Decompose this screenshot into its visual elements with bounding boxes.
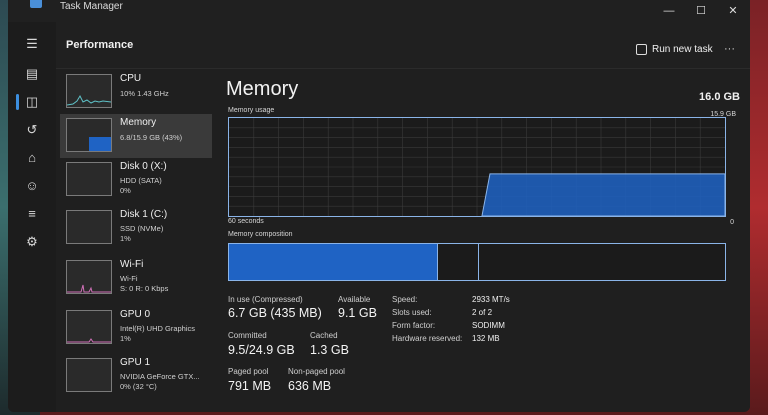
page-header: Performance Run new task ···: [56, 22, 750, 69]
axis-zero-label: 0: [730, 219, 734, 226]
device-detail: 10% 1.43 GHz: [120, 89, 169, 98]
device-disk-1[interactable]: Disk 1 (C:) SSD (NVMe) 1%: [60, 206, 212, 250]
run-new-task-button[interactable]: Run new task: [636, 44, 713, 55]
device-list: CPU 10% 1.43 GHz Memory 6.8/15.9 GB (43%…: [58, 70, 216, 410]
device-name: Disk 0 (X:): [120, 161, 167, 172]
composition-in-use: [229, 244, 438, 280]
device-name: Wi-Fi: [120, 259, 144, 270]
close-button[interactable]: ✕: [722, 3, 744, 19]
available-value: 9.1 GB: [338, 306, 377, 320]
device-name: Memory: [120, 117, 157, 128]
memory-usage-chart: [229, 118, 726, 217]
device-gpu-1[interactable]: GPU 1 NVIDIA GeForce GTX... 0% (32 °C): [60, 354, 212, 398]
memory-composition-bar: [228, 243, 726, 281]
device-wifi[interactable]: Wi-Fi Wi-Fi S: 0 R: 0 Kbps: [60, 256, 212, 300]
active-indicator: [16, 94, 19, 110]
slots-label: Slots used:: [392, 308, 432, 317]
title-bar: Task Manager — ☐ ✕: [8, 0, 750, 22]
device-detail: HDD (SATA): [120, 176, 162, 185]
device-name: GPU 1: [120, 357, 151, 368]
device-usage: 0%: [120, 186, 131, 195]
in-use-value: 6.7 GB (435 MB): [228, 306, 322, 320]
form-factor-label: Form factor:: [392, 321, 436, 330]
memory-thumbnail-graph: [66, 118, 112, 152]
run-task-icon: [636, 44, 647, 55]
memory-total: 16.0 GB: [699, 91, 740, 103]
gpu1-thumbnail-graph: [66, 358, 112, 392]
non-paged-pool-label: Non-paged pool: [288, 367, 345, 376]
startup-icon[interactable]: ⌂: [24, 150, 40, 166]
committed-label: Committed: [228, 331, 267, 340]
window-title: Task Manager: [60, 1, 123, 12]
speed-label: Speed:: [392, 295, 418, 304]
device-detail: 6.8/15.9 GB (43%): [120, 133, 183, 142]
disk0-thumbnail-graph: [66, 162, 112, 196]
settings-icon[interactable]: ⚙: [34, 410, 45, 412]
memory-usage-graph: [228, 117, 726, 217]
paged-pool-label: Paged pool: [228, 367, 269, 376]
cached-value: 1.3 GB: [310, 343, 349, 357]
speed-value: 2933 MT/s: [472, 295, 510, 304]
in-use-label: In use (Compressed): [228, 295, 303, 304]
disk1-thumbnail-graph: [66, 210, 112, 244]
memory-usage-area: [481, 173, 726, 217]
device-name: Disk 1 (C:): [120, 209, 168, 220]
memory-panel: Memory 16.0 GB Memory usage 15.9 GB 60 s…: [218, 70, 750, 410]
device-detail: Wi-Fi: [120, 274, 138, 283]
committed-value: 9.5/24.9 GB: [228, 343, 295, 357]
available-label: Available: [338, 295, 371, 304]
device-detail: SSD (NVMe): [120, 224, 164, 233]
maximize-button[interactable]: ☐: [690, 3, 712, 19]
task-manager-window: Task Manager — ☐ ✕ ☰ ▤ ◫ ↺ ⌂ ☺ ≡ ⚙ ⚙ Per…: [8, 0, 750, 412]
device-name: CPU: [120, 73, 142, 84]
device-detail: NVIDIA GeForce GTX...: [120, 372, 200, 381]
form-factor-value: SODIMM: [472, 321, 505, 330]
device-detail: Intel(R) UHD Graphics: [120, 324, 196, 333]
device-usage: 1%: [120, 234, 131, 243]
processes-icon[interactable]: ▤: [24, 66, 40, 82]
menu-icon[interactable]: ☰: [24, 36, 40, 52]
slots-value: 2 of 2: [472, 308, 493, 317]
app-history-icon[interactable]: ↺: [24, 122, 40, 138]
more-options-button[interactable]: ···: [724, 43, 735, 55]
hardware-reserved-label: Hardware reserved:: [392, 334, 463, 343]
memory-title: Memory: [226, 78, 299, 100]
device-gpu-0[interactable]: GPU 0 Intel(R) UHD Graphics 1%: [60, 306, 212, 350]
memory-composition-label: Memory composition: [228, 231, 293, 238]
composition-modified: [437, 244, 479, 280]
gpu0-thumbnail-graph: [66, 310, 112, 344]
users-icon[interactable]: ☺: [24, 178, 40, 194]
device-throughput: S: 0 R: 0 Kbps: [120, 284, 169, 293]
cached-label: Cached: [310, 331, 338, 340]
time-span-label: 60 seconds: [228, 218, 264, 225]
device-memory[interactable]: Memory 6.8/15.9 GB (43%): [60, 114, 212, 158]
device-name: GPU 0: [120, 309, 151, 320]
details-icon[interactable]: ≡: [24, 206, 40, 222]
minimize-button[interactable]: —: [658, 3, 680, 19]
task-manager-app-icon: [30, 0, 42, 8]
device-disk-0[interactable]: Disk 0 (X:) HDD (SATA) 0%: [60, 158, 212, 202]
page-title: Performance: [66, 39, 134, 51]
device-usage: 1%: [120, 334, 131, 343]
hardware-reserved-value: 132 MB: [472, 334, 500, 343]
performance-icon[interactable]: ◫: [24, 94, 40, 110]
run-new-task-label: Run new task: [652, 44, 713, 55]
device-temperature: 0% (32 °C): [120, 382, 157, 391]
memory-usage-label: Memory usage: [228, 107, 275, 114]
wifi-thumbnail-graph: [66, 260, 112, 294]
cpu-thumbnail-graph: [66, 74, 112, 108]
navigation-rail: ☰ ▤ ◫ ↺ ⌂ ☺ ≡ ⚙ ⚙: [8, 22, 56, 412]
device-cpu[interactable]: CPU 10% 1.43 GHz: [60, 70, 212, 114]
services-icon[interactable]: ⚙: [24, 234, 40, 250]
non-paged-pool-value: 636 MB: [288, 379, 332, 393]
paged-pool-value: 791 MB: [228, 379, 272, 393]
